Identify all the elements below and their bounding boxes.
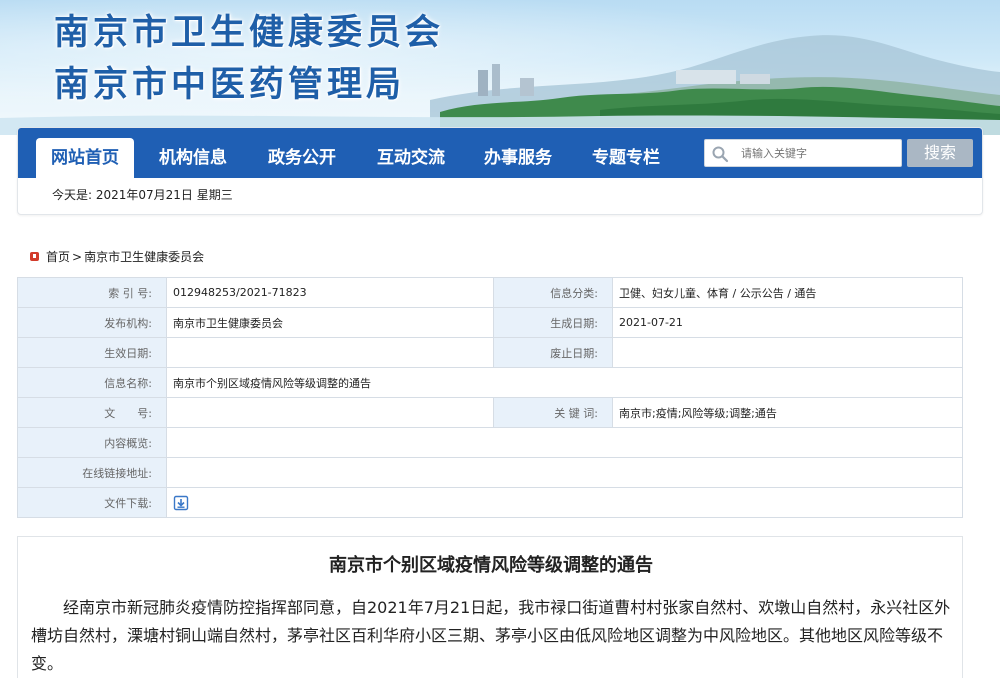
doc-number-label: 文 号: <box>17 397 167 428</box>
publisher-value: 南京市卫生健康委员会 <box>166 307 494 338</box>
search-button[interactable]: 搜索 <box>907 139 973 167</box>
breadcrumb: 首页 > 南京市卫生健康委员会 <box>30 248 206 265</box>
created-date-label: 生成日期: <box>493 307 613 338</box>
file-download-label: 文件下载: <box>17 487 167 518</box>
online-link-value <box>166 457 963 488</box>
table-row: 在线链接地址: <box>17 457 963 488</box>
index-label: 索 引 号: <box>17 277 167 308</box>
summary-value <box>166 427 963 458</box>
table-row: 文 号: 关 键 词: 南京市;疫情;风险等级;调整;通告 <box>17 397 963 428</box>
today-date: 今天是: 2021年07月21日 星期三 <box>52 188 233 202</box>
nav-organization[interactable]: 机构信息 <box>145 138 241 178</box>
keywords-label: 关 键 词: <box>493 397 613 428</box>
table-row: 生效日期: 废止日期: <box>17 337 963 368</box>
home-icon <box>30 252 39 261</box>
abolished-date-value <box>612 337 963 368</box>
article-body: 经南京市新冠肺炎疫情防控指挥部同意，自2021年7月21日起，我市禄口街道曹村村… <box>31 598 951 673</box>
created-date-value: 2021-07-21 <box>612 307 963 338</box>
table-row: 发布机构: 南京市卫生健康委员会 生成日期: 2021-07-21 <box>17 307 963 338</box>
summary-label: 内容概览: <box>17 427 167 458</box>
nav-interaction[interactable]: 互动交流 <box>363 138 459 178</box>
category-label: 信息分类: <box>493 277 613 308</box>
search-input[interactable] <box>741 143 897 163</box>
document-info-table: 索 引 号: 012948253/2021-71823 信息分类: 卫健、妇女儿… <box>17 277 963 518</box>
banner-title-tcm-bureau: 南京市中医药管理局 <box>54 64 406 105</box>
download-icon[interactable] <box>173 495 189 511</box>
effective-date-value <box>166 337 494 368</box>
category-value: 卫健、妇女儿童、体育 / 公示公告 / 通告 <box>612 277 963 308</box>
table-row: 索 引 号: 012948253/2021-71823 信息分类: 卫健、妇女儿… <box>17 277 963 308</box>
search-icon <box>712 146 729 163</box>
table-row: 文件下载: <box>17 487 963 518</box>
site-banner: 南京市卫生健康委员会 南京市中医药管理局 <box>0 0 1000 135</box>
effective-date-label: 生效日期: <box>17 337 167 368</box>
nav-home[interactable]: 网站首页 <box>36 138 134 178</box>
info-name-value: 南京市个别区域疫情风险等级调整的通告 <box>166 367 963 398</box>
index-value: 012948253/2021-71823 <box>166 277 494 308</box>
article: 南京市个别区域疫情风险等级调整的通告 经南京市新冠肺炎疫情防控指挥部同意，自20… <box>17 536 963 678</box>
breadcrumb-current-link[interactable]: 南京市卫生健康委员会 <box>84 248 204 265</box>
main-nav: 网站首页 机构信息 政务公开 互动交流 办事服务 专题专栏 搜索 <box>18 128 982 178</box>
nav-services[interactable]: 办事服务 <box>470 138 566 178</box>
info-name-label: 信息名称: <box>17 367 167 398</box>
breadcrumb-home-link[interactable]: 首页 <box>46 248 70 265</box>
table-row: 信息名称: 南京市个别区域疫情风险等级调整的通告 <box>17 367 963 398</box>
breadcrumb-separator: > <box>72 249 83 264</box>
abolished-date-label: 废止日期: <box>493 337 613 368</box>
doc-number-value <box>166 397 494 428</box>
nav-government-affairs[interactable]: 政务公开 <box>254 138 350 178</box>
nav-topics[interactable]: 专题专栏 <box>578 138 674 178</box>
publisher-label: 发布机构: <box>17 307 167 338</box>
nav-panel: 网站首页 机构信息 政务公开 互动交流 办事服务 专题专栏 搜索 今天是: 20… <box>17 127 983 215</box>
table-row: 内容概览: <box>17 427 963 458</box>
search-box <box>704 139 902 167</box>
online-link-label: 在线链接地址: <box>17 457 167 488</box>
banner-title-health-commission: 南京市卫生健康委员会 <box>54 12 445 53</box>
article-title: 南京市个别区域疫情风险等级调整的通告 <box>329 555 653 576</box>
keywords-value: 南京市;疫情;风险等级;调整;通告 <box>612 397 963 428</box>
file-download-cell <box>166 487 963 518</box>
